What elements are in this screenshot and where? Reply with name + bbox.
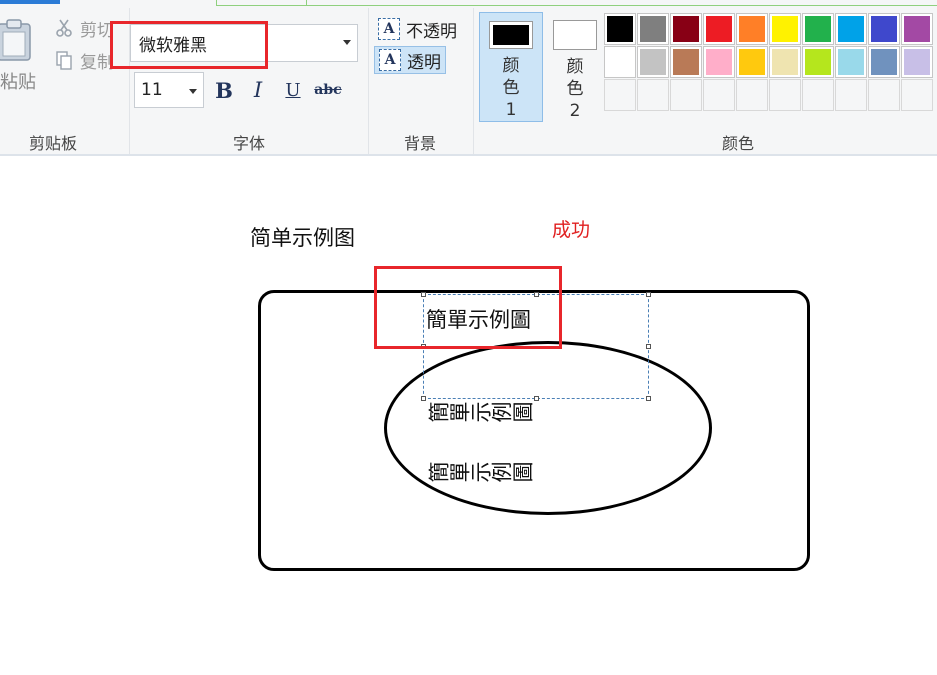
paste-icon[interactable] [0, 18, 34, 62]
palette-color-swatch[interactable] [703, 13, 735, 45]
palette-color-swatch[interactable] [604, 46, 636, 78]
transparent-label: 透明 [407, 52, 441, 73]
colors-group-label: 颜色 [721, 134, 754, 153]
palette-color-swatch[interactable] [868, 46, 900, 78]
palette-custom-slot[interactable] [802, 79, 834, 111]
font-highlight-box [110, 21, 268, 69]
palette-custom-slot[interactable] [769, 79, 801, 111]
scissors-icon [56, 19, 72, 37]
chevron-down-icon [343, 40, 351, 45]
color-2-button[interactable]: 颜色 2 [543, 12, 607, 122]
palette-color-swatch[interactable] [736, 13, 768, 45]
palette-color-swatch[interactable] [670, 46, 702, 78]
resize-handle[interactable] [646, 396, 651, 401]
text-a-icon: A [379, 49, 401, 71]
palette-custom-slot[interactable] [637, 79, 669, 111]
underline-button[interactable]: U [279, 76, 307, 104]
canvas-caption-text: 简单示例图 [250, 226, 355, 250]
copy-label: 复制 [80, 52, 114, 73]
rotated-text-1: 簡單示例圖 [428, 401, 533, 424]
opaque-option[interactable]: A 不透明 [374, 15, 461, 43]
opaque-label: 不透明 [406, 21, 457, 42]
chevron-down-icon [189, 89, 197, 94]
palette-custom-slot[interactable] [835, 79, 867, 111]
color-1-label: 颜色 1 [502, 56, 520, 120]
transparent-option[interactable]: A 透明 [374, 46, 446, 74]
font-size-select[interactable]: 11 [134, 72, 204, 108]
copy-icon [56, 51, 72, 70]
palette-custom-slot[interactable] [703, 79, 735, 111]
rotated-text-2: 簡單示例圖 [428, 461, 533, 485]
palette-color-swatch[interactable] [703, 46, 735, 78]
success-note: 成功 [552, 219, 591, 241]
palette-color-swatch[interactable] [802, 13, 834, 45]
palette-color-swatch[interactable] [802, 46, 834, 78]
color-2-swatch [553, 20, 597, 50]
color-2-label: 颜色 2 [566, 57, 584, 121]
color-1-button[interactable]: 颜色 1 [479, 12, 543, 122]
font-group-label: 字体 [232, 134, 265, 153]
font-size-value: 11 [141, 80, 163, 100]
clipboard-group-label: 剪贴板 [28, 134, 77, 153]
active-tab-indicator [0, 0, 60, 4]
palette-color-swatch[interactable] [901, 13, 933, 45]
palette-color-swatch[interactable] [736, 46, 768, 78]
italic-button[interactable]: I [244, 76, 272, 104]
palette-custom-slot[interactable] [901, 79, 933, 111]
text-highlight-box [374, 266, 562, 349]
resize-handle[interactable] [646, 344, 651, 349]
palette-custom-slot[interactable] [736, 79, 768, 111]
palette-custom-slot[interactable] [604, 79, 636, 111]
palette-color-swatch[interactable] [637, 13, 669, 45]
bold-button[interactable]: B [210, 76, 238, 104]
palette-color-swatch[interactable] [769, 13, 801, 45]
resize-handle[interactable] [421, 396, 426, 401]
palette-color-swatch[interactable] [835, 13, 867, 45]
palette-custom-slot[interactable] [670, 79, 702, 111]
copy-button[interactable]: 复制 [54, 48, 114, 73]
resize-handle[interactable] [646, 292, 651, 297]
color-1-swatch [489, 21, 533, 49]
palette-color-swatch[interactable] [670, 13, 702, 45]
text-a-icon: A [378, 18, 400, 40]
color-palette [604, 13, 933, 111]
paste-button-label[interactable]: 粘贴 [0, 68, 36, 94]
palette-color-swatch[interactable] [901, 46, 933, 78]
palette-color-swatch[interactable] [637, 46, 669, 78]
palette-color-swatch[interactable] [868, 13, 900, 45]
palette-color-swatch[interactable] [835, 46, 867, 78]
background-group-label: 背景 [403, 134, 436, 153]
tab-border-right [306, 0, 937, 6]
palette-color-swatch[interactable] [604, 13, 636, 45]
tab-border [216, 0, 306, 6]
strikethrough-button[interactable]: abc [312, 76, 344, 104]
palette-custom-slot[interactable] [868, 79, 900, 111]
cut-button[interactable]: 剪切 [54, 16, 114, 41]
group-divider [473, 8, 474, 154]
cut-label: 剪切 [80, 20, 114, 41]
palette-color-swatch[interactable] [769, 46, 801, 78]
